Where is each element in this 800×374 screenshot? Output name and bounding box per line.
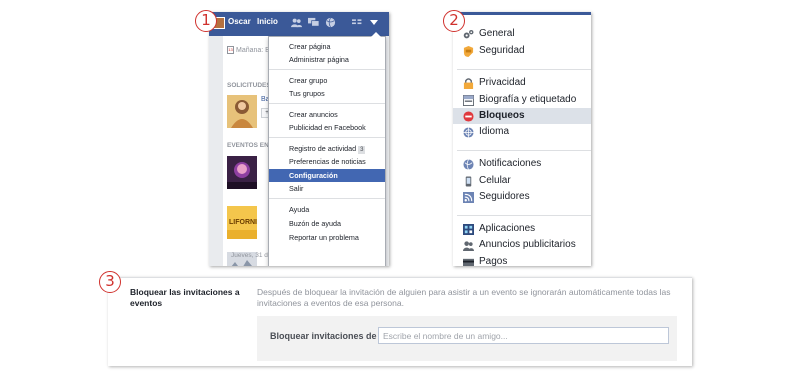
settings-topbar <box>453 12 591 15</box>
friend-request-photo[interactable] <box>227 95 257 128</box>
upcoming-events-row[interactable]: 13 Mañana: B <box>227 46 270 54</box>
nav-privacy-label: Privacidad <box>479 77 526 88</box>
apps-icon <box>463 224 474 235</box>
messages-icon[interactable] <box>308 17 319 28</box>
account-menu-caret-icon[interactable] <box>370 20 378 25</box>
rss-icon <box>463 192 474 203</box>
nav-divider <box>457 215 591 216</box>
nav-apps[interactable]: Aplicaciones <box>453 221 591 237</box>
friend-requests-icon[interactable] <box>291 17 302 28</box>
payments-icon <box>463 258 474 266</box>
nav-divider <box>457 69 591 70</box>
menu-create-page[interactable]: Crear página <box>269 40 385 53</box>
gears-icon <box>463 30 474 39</box>
friend-name-input[interactable] <box>378 327 669 344</box>
privacy-shortcuts-icon[interactable] <box>352 17 363 28</box>
requests-heading: SOLICITUDES <box>227 82 271 89</box>
timeline-icon <box>463 95 474 106</box>
nav-blocking[interactable]: Bloqueos <box>453 108 591 124</box>
menu-advertising[interactable]: Publicidad en Facebook <box>269 121 385 134</box>
nav-timeline-tagging[interactable]: Biografía y etiquetado <box>453 92 591 108</box>
block-invites-label: Bloquear invitaciones de <box>270 331 377 341</box>
nav-blocking-label: Bloqueos <box>479 110 525 121</box>
nav-general-label: General <box>479 28 515 39</box>
nav-notifications-label: Notificaciones <box>479 158 542 169</box>
badge-icon <box>463 46 474 57</box>
globe-icon <box>463 127 474 138</box>
ads-icon <box>463 241 474 251</box>
menu-settings[interactable]: Configuración <box>269 169 385 182</box>
nav-payments[interactable]: Pagos <box>453 254 591 266</box>
nav-apps-label: Aplicaciones <box>479 223 536 234</box>
step-2-marker: 2 <box>443 10 465 32</box>
menu-news-preferences[interactable]: Preferencias de noticias <box>269 155 385 168</box>
block-invites-form: Bloquear invitaciones de <box>257 316 677 361</box>
profile-name-link[interactable]: Oscar <box>228 17 251 26</box>
menu-report-problem[interactable]: Reportar un problema <box>269 231 385 244</box>
nav-divider <box>457 150 591 151</box>
block-icon <box>463 111 474 122</box>
activity-count-badge: 3 <box>358 146 366 154</box>
nav-general[interactable]: General <box>453 26 591 42</box>
notifications-globe-icon[interactable] <box>325 17 336 28</box>
nav-ads[interactable]: Anuncios publicitarios <box>453 237 591 253</box>
nav-followers-label: Seguidores <box>479 191 530 202</box>
step-3-marker: 3 <box>99 271 121 293</box>
calendar-icon: 13 <box>227 46 234 54</box>
activity-log-label: Registro de actividad <box>289 144 357 153</box>
nav-timeline-label: Biografía y etiquetado <box>479 94 577 105</box>
home-link[interactable]: Inicio <box>257 17 278 26</box>
event-photo-2[interactable]: LIFORNIA <box>227 206 257 239</box>
nav-ads-label: Anuncios publicitarios <box>479 239 576 250</box>
nav-mobile-label: Celular <box>479 175 511 186</box>
settings-nav-panel: General Seguridad Privacidad Biografía y… <box>453 12 591 266</box>
nav-language[interactable]: Idioma <box>453 124 591 140</box>
setting-title: Bloquear las invitaciones a eventos <box>130 287 240 308</box>
nav-followers[interactable]: Seguidores <box>453 189 591 205</box>
menu-manage-pages[interactable]: Administrar página <box>269 53 385 66</box>
nav-security-label: Seguridad <box>479 45 525 56</box>
menu-your-groups[interactable]: Tus grupos <box>269 87 385 100</box>
menu-help-inbox[interactable]: Buzón de ayuda <box>269 217 385 230</box>
nav-payments-label: Pagos <box>479 256 508 266</box>
globe-notification-icon <box>463 159 474 170</box>
menu-divider <box>269 198 385 199</box>
menu-create-ads[interactable]: Crear anuncios <box>269 108 385 121</box>
menu-create-group[interactable]: Crear grupo <box>269 74 385 87</box>
menu-divider <box>269 69 385 70</box>
block-event-invites-panel: Bloquear las invitaciones a eventos Desp… <box>108 277 692 366</box>
nav-notifications[interactable]: Notificaciones <box>453 156 591 172</box>
menu-divider <box>269 103 385 104</box>
step-1-marker: 1 <box>195 10 217 32</box>
menu-divider <box>269 137 385 138</box>
facebook-menu-panel: Oscar Inicio 13 Mañana: B SOLICITUDES Ba … <box>209 12 389 266</box>
nav-language-label: Idioma <box>479 126 510 137</box>
event-photo-1[interactable] <box>227 156 257 189</box>
nav-security[interactable]: Seguridad <box>453 43 591 59</box>
account-dropdown-menu: Crear página Administrar página Crear gr… <box>268 32 386 266</box>
menu-logout[interactable]: Salir <box>269 182 385 195</box>
facebook-topbar: Oscar Inicio <box>209 12 389 36</box>
lock-icon <box>463 78 474 89</box>
setting-description: Después de bloquear la invitación de alg… <box>257 287 671 308</box>
svg-text:LIFORNIA: LIFORNIA <box>229 219 257 226</box>
menu-activity-log[interactable]: Registro de actividad 3 <box>269 142 385 155</box>
menu-help[interactable]: Ayuda <box>269 203 385 216</box>
phone-icon <box>465 176 472 187</box>
upcoming-text: Mañana: B <box>236 46 270 54</box>
dropdown-pointer <box>371 32 381 37</box>
nav-mobile[interactable]: Celular <box>453 173 591 189</box>
nav-privacy[interactable]: Privacidad <box>453 75 591 91</box>
